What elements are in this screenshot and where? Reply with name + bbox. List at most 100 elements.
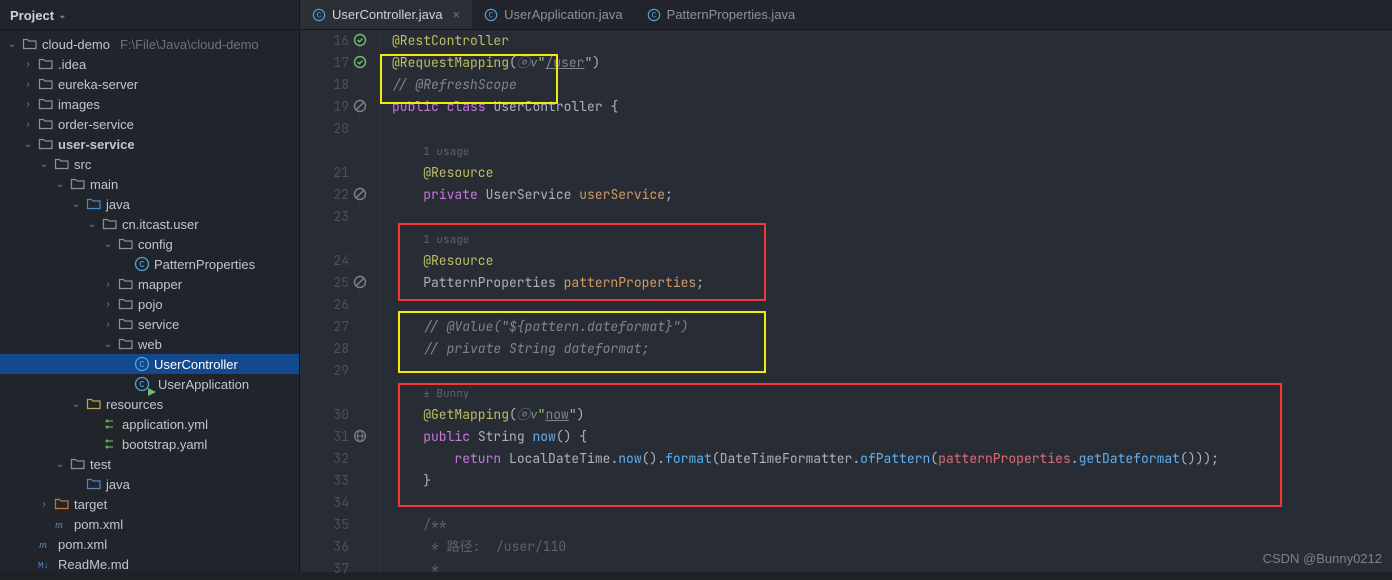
code-line[interactable]: @Resource [392,250,1392,272]
tree-item-eureka-server[interactable]: ›eureka-server [0,74,299,94]
tree-twisty[interactable]: › [22,59,34,70]
tree-twisty[interactable]: ⌄ [102,239,114,250]
editor-tab[interactable]: C PatternProperties.java [635,0,808,29]
tree-item-userapplication[interactable]: CUserApplication [0,374,299,394]
code-line[interactable] [392,492,1392,514]
tree-item-src[interactable]: ⌄src [0,154,299,174]
tree-item-test[interactable]: ⌄test [0,454,299,474]
tree-item-bootstrap-yaml[interactable]: bootstrap.yaml [0,434,299,454]
code-line[interactable]: private UserService userService; [392,184,1392,206]
gutter-impl-icon[interactable] [353,33,367,47]
close-icon[interactable]: × [449,7,461,22]
tree-twisty[interactable]: ⌄ [6,39,18,50]
code-editor[interactable]: 1617181920212223242526272829303132333435… [300,30,1392,572]
tree-item-target[interactable]: ›target [0,494,299,514]
maven-icon: m [54,516,70,532]
code-line[interactable]: @Resource [392,162,1392,184]
tree-twisty[interactable]: › [22,79,34,90]
chevron-down-icon: ⌄ [58,10,66,21]
tree-item-application-yml[interactable]: application.yml [0,414,299,434]
code-line[interactable] [392,360,1392,382]
tree-item-usercontroller[interactable]: CUserController [0,354,299,374]
tree-item-java[interactable]: ⌄java [0,194,299,214]
code-line[interactable]: // @Value("${pattern.dateformat}") [392,316,1392,338]
tree-item-cloud-demo[interactable]: ⌄cloud-demoF:\File\Java\cloud-demo [0,34,299,54]
class-icon: C [312,8,326,22]
svg-text:C: C [139,360,145,370]
md-icon: M↓ [38,556,54,572]
tree-twisty[interactable]: ⌄ [38,159,50,170]
tree-twisty[interactable]: ⌄ [54,179,66,190]
tree-twisty[interactable]: ⌄ [70,399,82,410]
tree-item-resources[interactable]: ⌄resources [0,394,299,414]
tree-item-cn-itcast-user[interactable]: ⌄cn.itcast.user [0,214,299,234]
tree-item-config[interactable]: ⌄config [0,234,299,254]
tree-item-pom-xml[interactable]: mpom.xml [0,514,299,534]
folder-icon [54,156,70,172]
svg-text:C: C [317,11,322,20]
tree-item-user-service[interactable]: ⌄user-service [0,134,299,154]
code-line[interactable]: @GetMapping(ⓞ∨"now") [392,404,1392,426]
code-line[interactable]: @RequestMapping(ⓞ∨"/user") [392,52,1392,74]
code-line[interactable]: // @RefreshScope [392,74,1392,96]
tree-twisty[interactable]: ⌄ [86,219,98,230]
code-area[interactable]: @RestController@RequestMapping(ⓞ∨"/user"… [380,30,1392,572]
project-panel-header[interactable]: Project ⌄ [0,0,300,30]
tree-item-readme-md[interactable]: M↓ReadMe.md [0,554,299,572]
tree-item-order-service[interactable]: ›order-service [0,114,299,134]
gutter-no-icon[interactable] [353,99,367,113]
tree-twisty[interactable]: › [22,119,34,130]
tree-item-pojo[interactable]: ›pojo [0,294,299,314]
gutter-impl-icon[interactable] [353,55,367,69]
code-line[interactable] [392,118,1392,140]
gutter-no-icon[interactable] [353,275,367,289]
editor-tab[interactable]: CUserApplication.java [472,0,635,29]
tree-item--idea[interactable]: ›.idea [0,54,299,74]
code-line[interactable] [392,206,1392,228]
code-line[interactable]: return LocalDateTime.now().format(DateTi… [392,448,1392,470]
tree-label: UserApplication [158,377,249,392]
code-line[interactable]: public String now() { [392,426,1392,448]
tree-twisty[interactable]: › [102,319,114,330]
code-line[interactable] [392,294,1392,316]
tree-item-mapper[interactable]: ›mapper [0,274,299,294]
tree-twisty[interactable]: › [102,299,114,310]
tree-twisty[interactable]: ⌄ [102,339,114,350]
code-line[interactable]: 1 usage [392,140,1392,162]
gutter: 1617181920212223242526272829303132333435… [300,30,360,572]
code-line[interactable]: @RestController [392,30,1392,52]
tree-twisty[interactable]: ⌄ [70,199,82,210]
code-line[interactable]: PatternProperties patternProperties; [392,272,1392,294]
gutter-globe-icon[interactable] [353,429,367,443]
tree-twisty[interactable]: › [38,499,50,510]
code-line[interactable]: // private String dateformat; [392,338,1392,360]
tab-label: PatternProperties.java [667,7,796,22]
svg-text:C: C [139,260,145,270]
tree-item-service[interactable]: ›service [0,314,299,334]
tree-item-images[interactable]: › images [0,94,299,114]
code-line[interactable]: public class UserController { [392,96,1392,118]
tree-item-main[interactable]: ⌄main [0,174,299,194]
tree-item-pom-xml[interactable]: mpom.xml [0,534,299,554]
tree-twisty[interactable]: ⌄ [54,459,66,470]
pkg-icon [102,216,118,232]
svg-text:m: m [39,539,47,551]
tree-item-patternproperties[interactable]: CPatternProperties [0,254,299,274]
tree-twisty[interactable]: ⌄ [22,139,34,150]
pkg-icon [118,336,134,352]
code-line[interactable]: ± Bunny [392,382,1392,404]
code-line[interactable]: * 路径: /user/110 [392,536,1392,558]
tree-label: images [58,97,100,112]
code-line[interactable]: 1 usage [392,228,1392,250]
gutter-no-icon[interactable] [353,187,367,201]
code-line[interactable]: } [392,470,1392,492]
tree-item-web[interactable]: ⌄web [0,334,299,354]
code-line[interactable]: * [392,558,1392,580]
project-tree[interactable]: ⌄cloud-demoF:\File\Java\cloud-demo›.idea… [0,30,300,572]
tree-twisty[interactable]: › [102,279,114,290]
code-line[interactable]: /** [392,514,1392,536]
tree-item-java[interactable]: java [0,474,299,494]
svg-text:C: C [651,11,656,20]
editor-tab[interactable]: CUserController.java× [300,0,472,29]
tree-twisty[interactable]: › [22,99,34,110]
